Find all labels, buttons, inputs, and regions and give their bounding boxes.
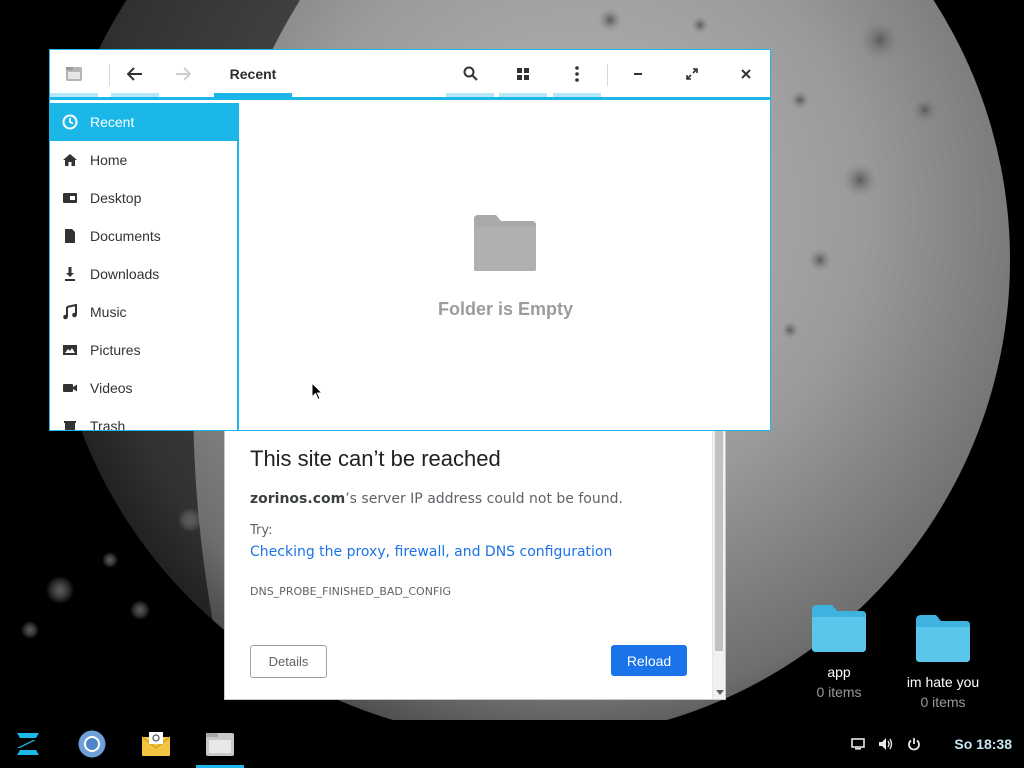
view-toggle-button[interactable]: [499, 50, 547, 97]
desktop-icon-subtitle: 0 items: [920, 694, 966, 710]
back-button[interactable]: [111, 50, 159, 97]
volume-icon[interactable]: [878, 737, 894, 751]
files-icon: [206, 733, 234, 756]
button-underline: [553, 93, 601, 97]
folder-icon: [916, 615, 970, 662]
search-icon: [463, 66, 478, 81]
sidebar-item-label: Desktop: [90, 190, 142, 206]
sidebar-item-recent[interactable]: Recent: [50, 103, 237, 141]
forward-button[interactable]: [159, 50, 207, 97]
sidebar-item-music[interactable]: Music: [50, 293, 237, 331]
sidebar-item-label: Documents: [90, 228, 161, 244]
button-underline: [214, 93, 292, 97]
taskbar-files[interactable]: [196, 720, 244, 768]
maximize-icon: [686, 67, 698, 80]
sidebar-item-label: Videos: [90, 380, 133, 396]
back-arrow-icon: [127, 66, 142, 81]
taskbar: So 18:38: [0, 720, 1024, 768]
error-code: DNS_PROBE_FINISHED_BAD_CONFIG: [250, 585, 452, 598]
sidebar-item-label: Pictures: [90, 342, 141, 358]
sidebar-item-label: Downloads: [90, 266, 160, 282]
desktop-icon-name: im hate you: [906, 674, 980, 690]
kebab-menu-icon: [575, 65, 579, 82]
sidebar-item-label: Home: [90, 152, 128, 168]
error-message: zorinos.com’s server IP address could no…: [250, 491, 623, 507]
empty-folder-message: Folder is Empty: [437, 299, 574, 319]
image-icon: [63, 345, 77, 355]
sidebar-item-home[interactable]: Home: [50, 141, 237, 179]
taskbar-mail[interactable]: [132, 720, 180, 768]
vertical-scrollbar[interactable]: [712, 419, 725, 699]
home-icon: [63, 154, 77, 166]
mouse-cursor-icon: [311, 382, 323, 401]
sidebar-item-downloads[interactable]: Downloads: [50, 255, 237, 293]
scroll-down-arrow-icon[interactable]: [716, 690, 724, 695]
taskbar-zorin-menu[interactable]: [4, 720, 52, 768]
reload-button[interactable]: Reload: [611, 645, 687, 676]
chromium-icon: [78, 730, 106, 758]
clock-icon: [62, 114, 78, 130]
sidebar-item-label: Music: [90, 304, 127, 320]
forward-arrow-icon: [176, 66, 191, 81]
desktop-folder-im-hate-you[interactable]: im hate you 0 items: [896, 612, 990, 710]
document-icon: [65, 229, 75, 243]
video-camera-icon: [63, 384, 77, 392]
details-button[interactable]: Details: [250, 645, 327, 678]
music-note-icon: [63, 304, 77, 320]
button-underline: [446, 93, 494, 97]
button-underline: [50, 93, 98, 97]
mail-icon: [141, 732, 171, 756]
sidebar-item-desktop[interactable]: Desktop: [50, 179, 237, 217]
sidebar-item-documents[interactable]: Documents: [50, 217, 237, 255]
sidebar-item-label: Trash: [90, 418, 126, 430]
file-manager-window: Recent Recent Home Desktop Documents Dow…: [49, 49, 771, 431]
main-menu-button[interactable]: [553, 50, 601, 97]
files-app-menu-button[interactable]: [50, 50, 98, 97]
header-separator: [607, 64, 608, 86]
trash-icon: [64, 421, 76, 430]
clock[interactable]: So 18:38: [954, 736, 1012, 752]
button-underline: [111, 93, 159, 97]
browser-error-window: This site can’t be reached zorinos.com’s…: [224, 418, 726, 700]
taskbar-chromium[interactable]: [68, 720, 116, 768]
power-icon[interactable]: [907, 737, 921, 751]
sidebar-item-videos[interactable]: Videos: [50, 369, 237, 407]
grid-view-icon: [517, 67, 529, 80]
display-icon[interactable]: [851, 738, 865, 750]
header-separator: [109, 64, 110, 86]
places-sidebar: Recent Home Desktop Documents Downloads …: [50, 103, 239, 430]
close-icon: [741, 68, 751, 79]
desktop-icon-subtitle: 0 items: [816, 684, 862, 700]
download-icon: [65, 267, 75, 281]
close-button[interactable]: [724, 50, 768, 97]
proxy-firewall-dns-link[interactable]: Checking the proxy, firewall, and DNS co…: [250, 544, 612, 560]
error-domain: zorinos.com: [250, 491, 346, 507]
path-label: Recent: [229, 65, 277, 82]
sidebar-item-pictures[interactable]: Pictures: [50, 331, 237, 369]
zorin-menu-icon: [17, 733, 39, 755]
error-title: This site can’t be reached: [250, 446, 501, 471]
scrollbar-thumb[interactable]: [715, 431, 723, 651]
desktop-icon: [63, 193, 77, 203]
sidebar-item-trash[interactable]: Trash: [50, 407, 237, 430]
files-app-icon: [66, 66, 82, 81]
empty-folder-icon: [474, 215, 536, 271]
error-try-label: Try:: [250, 523, 273, 538]
path-bar-recent[interactable]: Recent: [214, 50, 292, 97]
desktop-icon-name: app: [827, 664, 851, 680]
minimize-button[interactable]: [616, 50, 660, 97]
header-bar: Recent: [50, 50, 770, 100]
folder-icon: [812, 605, 866, 652]
file-view[interactable]: Folder is Empty: [241, 103, 770, 430]
maximize-button[interactable]: [670, 50, 714, 97]
button-underline: [499, 93, 547, 97]
error-message-suffix: ’s server IP address could not be found.: [345, 491, 623, 507]
search-button[interactable]: [446, 50, 494, 97]
sidebar-item-label: Recent: [90, 114, 135, 130]
desktop-folder-app[interactable]: app 0 items: [803, 602, 875, 700]
minimize-icon: [634, 72, 642, 75]
